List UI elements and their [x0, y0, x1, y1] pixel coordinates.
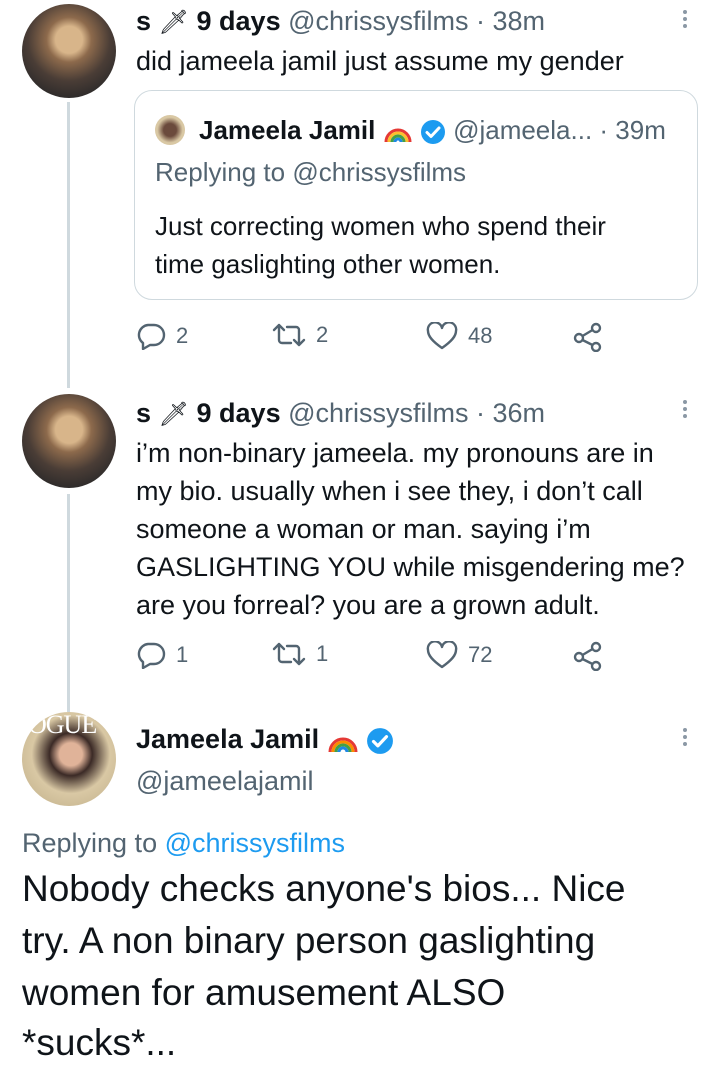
quote-text-line: time gaslighting other women.: [155, 249, 501, 279]
rainbow-icon: [384, 128, 412, 143]
avatar[interactable]: OGUE: [22, 712, 116, 806]
quote-handle: @jameela...: [453, 115, 593, 145]
like-count: 72: [468, 642, 493, 667]
display-name[interactable]: s: [136, 6, 151, 36]
like-icon: [426, 641, 458, 669]
thread-line: [67, 102, 70, 388]
quote-text-line: Just correcting women who spend their: [155, 211, 606, 241]
like-count: 48: [468, 323, 493, 348]
retweet-icon: [272, 642, 306, 666]
retweet-icon: [272, 323, 306, 347]
more-icon[interactable]: [682, 728, 688, 749]
main-text-line: *sucks*...: [22, 1022, 177, 1063]
replying-handle: @chrissysfilms: [292, 157, 467, 187]
like-button[interactable]: 48: [426, 322, 492, 350]
avatar-magazine-text: OGUE: [28, 712, 97, 739]
quote-display-name: Jameela Jamil: [199, 115, 376, 145]
share-icon: [573, 322, 602, 352]
replying-prefix: Replying to: [155, 157, 286, 187]
avatar[interactable]: [22, 4, 116, 98]
tweet-text-line: my bio. usually when i see they, i don’t…: [136, 476, 643, 506]
tweet-text-line: someone a woman or man. saying i’m: [136, 514, 591, 544]
quoted-tweet[interactable]: Jameela Jamil @jameela... · 39m Replying…: [134, 90, 698, 300]
rainbow-icon: [328, 737, 358, 753]
more-icon[interactable]: [682, 10, 688, 31]
display-name[interactable]: s: [136, 398, 151, 428]
timestamp[interactable]: · 38m: [476, 6, 545, 36]
display-name-suffix[interactable]: 9 days: [197, 6, 281, 36]
like-icon: [426, 322, 458, 350]
replying-to: Replying to @chrissysfilms: [22, 824, 345, 862]
retweet-count: 2: [316, 322, 329, 347]
handle[interactable]: @chrissysfilms: [288, 6, 468, 36]
retweet-count: 1: [316, 641, 329, 666]
dagger-icon: 🗡: [158, 9, 190, 36]
quote-timestamp: · 39m: [599, 115, 666, 145]
verified-badge-icon: [420, 120, 445, 145]
reply-icon: [137, 323, 166, 350]
verified-badge-icon: [367, 727, 394, 754]
reply-button[interactable]: 1: [136, 641, 188, 669]
tweet-header: s 🗡 9 days @chrissysfilms · 38m: [136, 2, 545, 42]
share-button[interactable]: [572, 322, 604, 352]
more-icon[interactable]: [682, 400, 688, 421]
retweet-button[interactable]: 2: [272, 322, 328, 348]
like-button[interactable]: 72: [426, 641, 492, 669]
tweet-text: did jameela jamil just assume my gender: [136, 46, 624, 76]
thread-line: [67, 494, 70, 712]
retweet-button[interactable]: 1: [272, 641, 328, 667]
main-text-line: try. A non binary person gaslighting: [22, 920, 596, 961]
tweet-text-line: are you forreal? you are a grown adult.: [136, 590, 600, 620]
timestamp[interactable]: · 36m: [476, 398, 545, 428]
replying-prefix: Replying to: [22, 828, 158, 858]
dagger-icon: 🗡: [158, 401, 190, 428]
tweet-header: s 🗡 9 days @chrissysfilms · 36m: [136, 394, 545, 434]
quote-header: Jameela Jamil @jameela... · 39m: [199, 111, 666, 149]
quote-replying-to: Replying to @chrissysfilms: [155, 153, 466, 191]
tweet-text-line: GASLIGHTING YOU while misgendering me?: [136, 552, 685, 582]
avatar[interactable]: [22, 394, 116, 488]
share-icon: [573, 641, 602, 671]
handle[interactable]: @chrissysfilms: [288, 398, 468, 428]
display-name-suffix[interactable]: 9 days: [197, 398, 281, 428]
tweet-text-line: i’m non-binary jameela. my pronouns are …: [136, 438, 654, 468]
reply-button[interactable]: 2: [136, 322, 188, 350]
replying-handle-link[interactable]: @chrissysfilms: [165, 828, 345, 858]
handle[interactable]: @jameelajamil: [136, 762, 313, 800]
main-text-line: Nobody checks anyone's bios... Nice: [22, 868, 626, 909]
display-name[interactable]: Jameela Jamil: [136, 724, 319, 754]
main-text-line: women for amusement ALSO: [22, 972, 506, 1013]
reply-icon: [137, 642, 166, 669]
share-button[interactable]: [572, 641, 604, 671]
reply-count: 1: [176, 642, 189, 667]
main-name-row: Jameela Jamil: [136, 720, 394, 758]
quote-avatar[interactable]: [155, 115, 185, 145]
reply-count: 2: [176, 323, 189, 348]
